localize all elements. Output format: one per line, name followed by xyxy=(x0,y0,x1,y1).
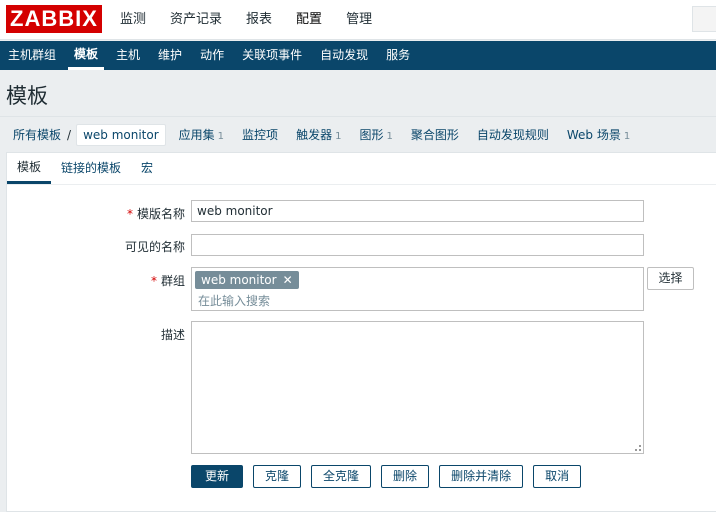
form-tabs: 模板 链接的模板 宏 xyxy=(7,153,716,185)
breadcrumb-count: 1 xyxy=(217,131,225,142)
clone-button[interactable]: 克隆 xyxy=(253,465,302,488)
groups-label-text: 群组 xyxy=(160,274,185,288)
breadcrumb-items[interactable]: 监控项 xyxy=(237,126,283,143)
breadcrumb-label: 触发器 xyxy=(296,128,333,142)
top-menu-monitoring[interactable]: 监测 xyxy=(108,0,158,40)
top-menu: 监测 资产记录 报表 配置 管理 xyxy=(108,0,384,40)
breadcrumb-separator: / xyxy=(67,127,72,142)
breadcrumb-triggers[interactable]: 触发器 1 xyxy=(291,126,346,143)
delete-button[interactable]: 删除 xyxy=(381,465,430,488)
sub-menu-actions[interactable]: 动作 xyxy=(194,41,230,70)
top-menu-reports[interactable]: 报表 xyxy=(234,0,284,40)
visible-name-input[interactable] xyxy=(191,234,644,256)
breadcrumb-graphs[interactable]: 图形 1 xyxy=(354,126,397,143)
top-bar: ZABBIX 监测 资产记录 报表 配置 管理 xyxy=(0,0,716,40)
update-button[interactable]: 更新 xyxy=(191,465,244,488)
sub-menu-hosts[interactable]: 主机 xyxy=(110,41,146,70)
breadcrumb-current-template[interactable]: web monitor xyxy=(76,123,166,146)
group-tag-label: web monitor xyxy=(201,273,277,287)
top-menu-inventory[interactable]: 资产记录 xyxy=(158,0,234,40)
sub-menu-maintenance[interactable]: 维护 xyxy=(152,41,188,70)
breadcrumb: 所有模板 / web monitor 应用集 1 监控项 触发器 1 图形 1 聚合图… xyxy=(0,116,716,152)
breadcrumb-label: 自动发现规则 xyxy=(476,128,549,142)
breadcrumb-label: 图形 xyxy=(359,128,384,142)
tab-template[interactable]: 模板 xyxy=(7,153,52,184)
breadcrumb-count: 1 xyxy=(623,131,631,142)
breadcrumb-all-templates[interactable]: 所有模板 xyxy=(8,126,66,143)
template-name-label: * 模版名称 xyxy=(7,205,185,222)
breadcrumb-count: 1 xyxy=(335,131,342,142)
visible-name-label: 可见的名称 xyxy=(124,240,185,254)
required-mark: * xyxy=(150,274,157,288)
breadcrumb-label: 应用集 xyxy=(178,128,215,142)
select-groups-button[interactable]: 选择 xyxy=(647,267,694,290)
top-menu-configuration[interactable]: 配置 xyxy=(284,0,334,40)
sub-menu-services[interactable]: 服务 xyxy=(380,41,416,70)
cancel-button[interactable]: 取消 xyxy=(533,465,582,488)
template-name-input[interactable]: web monitor xyxy=(191,200,644,222)
sub-menu-discovery[interactable]: 自动发现 xyxy=(314,41,374,70)
page-title: 模板 xyxy=(6,84,48,108)
delete-and-clear-button[interactable]: 删除并清除 xyxy=(439,465,524,488)
top-menu-administration[interactable]: 管理 xyxy=(334,0,384,40)
sub-menu: 主机群组 模板 主机 维护 动作 关联项事件 自动发现 服务 xyxy=(0,41,716,70)
groups-search-placeholder[interactable]: 在此输入搜索 xyxy=(198,292,270,309)
sub-menu-templates[interactable]: 模板 xyxy=(68,41,105,70)
tab-macros[interactable]: 宏 xyxy=(131,153,163,184)
breadcrumb-label: Web 场景 xyxy=(566,128,621,142)
group-tag: web monitor ✕ xyxy=(195,271,299,289)
form-buttons: 更新 克隆 全克隆 删除 删除并清除 取消 xyxy=(191,465,582,488)
resize-grip-icon[interactable] xyxy=(635,445,641,451)
breadcrumb-discovery-rules[interactable]: 自动发现规则 xyxy=(472,126,554,143)
sub-menu-host-groups[interactable]: 主机群组 xyxy=(2,41,62,70)
template-name-label-text: 模版名称 xyxy=(136,207,185,221)
remove-tag-icon[interactable]: ✕ xyxy=(283,271,293,289)
breadcrumb-label: 监控项 xyxy=(242,128,279,142)
groups-multiselect[interactable]: web monitor ✕ 在此输入搜索 xyxy=(191,267,644,311)
search-input[interactable] xyxy=(692,6,716,32)
breadcrumb-screens[interactable]: 聚合图形 xyxy=(406,126,464,143)
template-form-panel: 模板 链接的模板 宏 * 模版名称 web monitor 可见的名称 * 群组 w… xyxy=(6,152,716,512)
description-textarea[interactable] xyxy=(191,321,644,454)
breadcrumb-count: 1 xyxy=(386,131,393,142)
tab-linked-templates[interactable]: 链接的模板 xyxy=(51,153,131,184)
sub-menu-event-correlation[interactable]: 关联项事件 xyxy=(236,41,308,70)
breadcrumb-applications[interactable]: 应用集 1 xyxy=(174,126,229,143)
breadcrumb-web-scenarios[interactable]: Web 场景 1 xyxy=(562,126,635,143)
description-label: 描述 xyxy=(160,328,185,342)
groups-label: * 群组 xyxy=(7,272,185,289)
required-mark: * xyxy=(126,207,133,221)
breadcrumb-label: 聚合图形 xyxy=(410,128,459,142)
full-clone-button[interactable]: 全克隆 xyxy=(311,465,372,488)
zabbix-logo[interactable]: ZABBIX xyxy=(6,5,102,33)
